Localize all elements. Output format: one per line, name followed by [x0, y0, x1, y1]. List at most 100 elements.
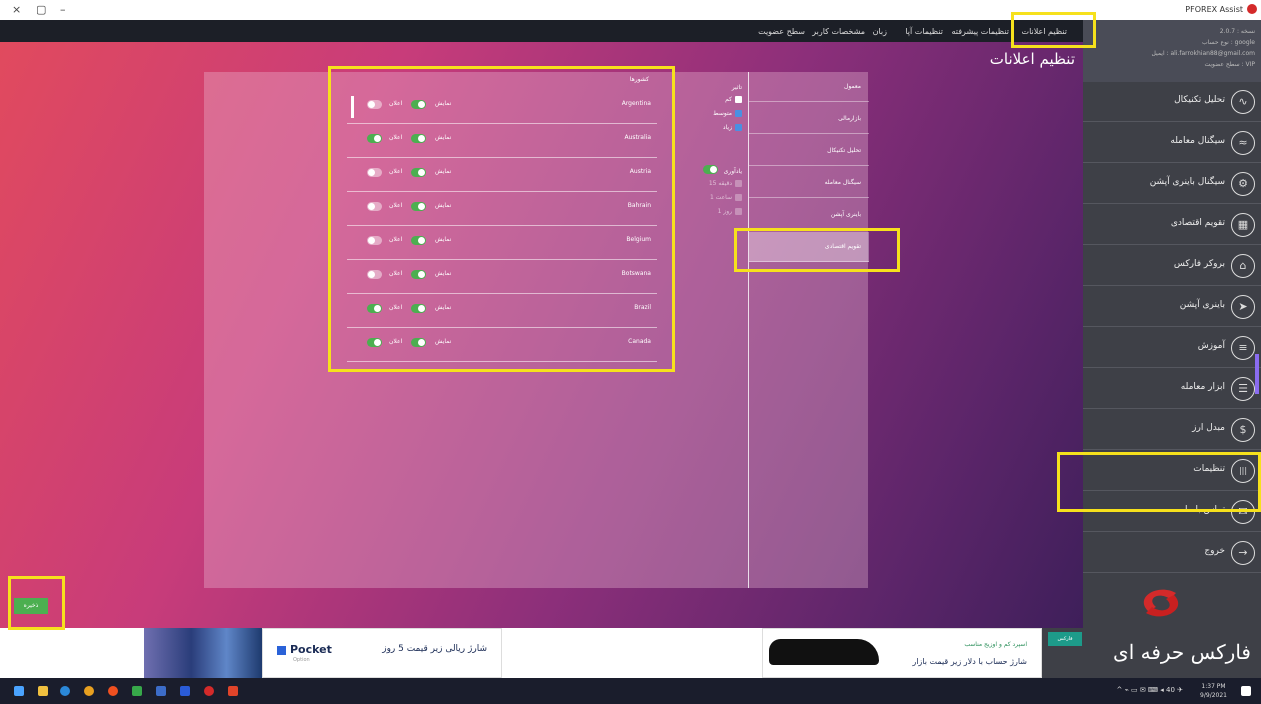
notifications-icon[interactable] — [1241, 686, 1251, 696]
reminder-1day-checkbox[interactable] — [735, 208, 742, 215]
menu-membership-level[interactable]: سطح عضویت — [758, 27, 805, 36]
impact-low-checkbox[interactable] — [735, 96, 742, 103]
reminder-option[interactable]: یادآوری — [702, 164, 742, 175]
pocket-subtitle: Option — [293, 657, 310, 663]
ad-broker-line1: اسپرد کم و اوزیج مناسب — [964, 641, 1027, 648]
firefox-icon[interactable] — [108, 686, 118, 696]
sidebar-item-technical-analysis[interactable]: تحلیل تکنیکال ∿ — [1083, 82, 1261, 122]
impact-low-label: کم — [725, 96, 732, 103]
category-item[interactable]: سیگنال معامله — [749, 168, 869, 198]
category-item[interactable]: تحلیل تکنیکال — [749, 136, 869, 166]
os-taskbar: ^ ⌁ ▭ ✉ ⌨ ◂ 40 ✈ 1:37 PM 9/9/2021 — [0, 678, 1261, 704]
reminder-15min-checkbox[interactable] — [735, 180, 742, 187]
clock[interactable]: 1:37 PM 9/9/2021 — [1200, 682, 1227, 700]
menu-advanced-settings[interactable]: تنظیمات پیشرفته — [952, 27, 1009, 36]
account-info: نسخه : 2.0.7 نوع حساب : google ایمیل : a… — [1083, 20, 1261, 82]
impact-medium-option[interactable]: متوسط — [713, 110, 742, 117]
impact-filter: تاثیر کم متوسط زیاد یادآوری 15 دقیقه 1 س… — [690, 84, 746, 244]
reminder-1hour-checkbox[interactable] — [735, 194, 742, 201]
sidebar-item-binary-signal[interactable]: سیگنال باینری آپشن ⚙ — [1083, 164, 1261, 204]
menu-user-profile[interactable]: مشخصات کاربر — [812, 27, 865, 36]
sidebar-item-forex-broker[interactable]: بروکر فارکس ⌂ — [1083, 246, 1261, 286]
app-version: نسخه : 2.0.7 — [1219, 28, 1255, 35]
impact-medium-checkbox[interactable] — [735, 110, 742, 117]
ad-pocket-option[interactable]: Pocket Option شارژ ریالی زیر قیمت 5 روز — [262, 628, 502, 678]
brand-logo-icon — [1143, 589, 1179, 617]
sidebar-item-label: مبدل ارز — [1192, 423, 1225, 433]
category-item[interactable]: باینری آپشن — [749, 200, 869, 230]
start-icon[interactable] — [14, 686, 24, 696]
edge-icon[interactable] — [60, 686, 70, 696]
clock-time: 1:37 PM — [1201, 683, 1226, 690]
impact-medium-label: متوسط — [713, 110, 732, 117]
car-image — [769, 639, 879, 665]
calendar-icon: ▦ — [1231, 213, 1255, 237]
clock-date: 9/9/2021 — [1200, 692, 1227, 699]
ad-broker[interactable]: اسپرد کم و اوزیج مناسب شارژ حساب با دلار… — [762, 628, 1042, 678]
category-item[interactable]: معمول — [749, 72, 869, 102]
exit-icon: → — [1231, 541, 1255, 565]
app-logo-icon — [1247, 4, 1257, 14]
currency-icon: $ — [1231, 418, 1255, 442]
pocket-brand: Pocket — [277, 643, 332, 656]
page-title: تنظیم اعلانات — [989, 50, 1075, 68]
file-explorer-icon[interactable] — [38, 686, 48, 696]
sidebar-item-exit[interactable]: خروج → — [1083, 533, 1261, 573]
menu-language[interactable]: زبان — [873, 27, 887, 36]
reminder-toggle[interactable] — [702, 165, 718, 174]
sidebar-item-label: باینری آپشن — [1179, 300, 1225, 310]
system-tray[interactable]: ^ ⌁ ▭ ✉ ⌨ ◂ 40 ✈ — [1116, 686, 1183, 694]
membership-level: سطح عضویت : VIP — [1204, 61, 1255, 68]
cursor-icon: ➤ — [1231, 295, 1255, 319]
reminder-1hour[interactable]: 1 ساعت — [710, 194, 742, 201]
highlight-menu-notifications — [1011, 12, 1096, 48]
highlight-economic-calendar — [734, 228, 900, 272]
education-icon: ≡ — [1231, 336, 1255, 360]
sidebar-item-label: آموزش — [1197, 341, 1225, 351]
close-window-button[interactable]: × — [12, 3, 21, 16]
sidebar-item-label: سیگنال معامله — [1170, 136, 1225, 146]
brand-banner[interactable]: فارکس فارکس حرفه ای — [1042, 628, 1261, 678]
impact-high-checkbox[interactable] — [735, 124, 742, 131]
sidebar-item-trade-signal[interactable]: سیگنال معامله ≈ — [1083, 123, 1261, 163]
tools-icon: ☰ — [1231, 377, 1255, 401]
gear-icon: ⚙ — [1231, 172, 1255, 196]
sidebar-item-binary-option[interactable]: باینری آپشن ➤ — [1083, 287, 1261, 327]
sidebar-item-education[interactable]: آموزش ≡ — [1083, 328, 1261, 368]
sidebar-item-label: تقویم اقتصادی — [1170, 218, 1225, 228]
reminder-15min-label: 15 دقیقه — [708, 180, 732, 187]
impact-heading: تاثیر — [731, 84, 742, 91]
app-title: PFOREX Assist — [1185, 5, 1243, 14]
broker-icon: ⌂ — [1231, 254, 1255, 278]
impact-high-option[interactable]: زیاد — [723, 124, 742, 131]
account-email: ایمیل : ali.farrokhian88@gmail.com — [1151, 50, 1255, 57]
reminder-1day[interactable]: 1 روز — [718, 208, 742, 215]
category-item[interactable]: بازارمالی — [749, 104, 869, 134]
chart-line-icon: ∿ — [1231, 90, 1255, 114]
brand-name: فارکس حرفه ای — [1113, 640, 1251, 664]
menu-api-settings[interactable]: تنظیمات آپا — [905, 27, 943, 36]
sidebar-active-indicator — [1255, 354, 1259, 394]
brand-badge: فارکس — [1048, 632, 1082, 646]
sidebar-item-label: سیگنال باینری آپشن — [1149, 177, 1225, 187]
app-green-icon[interactable] — [132, 686, 142, 696]
impact-low-option[interactable]: کم — [725, 96, 742, 103]
sidebar-item-economic-calendar[interactable]: تقویم اقتصادی ▦ — [1083, 205, 1261, 245]
impact-high-label: زیاد — [722, 124, 732, 131]
sidebar-item-label: بروکر فارکس — [1173, 259, 1225, 269]
word-icon[interactable] — [180, 686, 190, 696]
ad-chart-image[interactable] — [144, 628, 262, 678]
account-type: نوع حساب : google — [1202, 39, 1255, 46]
restore-window-button[interactable]: ▢ — [36, 3, 46, 16]
reminder-15min[interactable]: 15 دقیقه — [709, 180, 742, 187]
sidebar-item-currency-converter[interactable]: مبدل ارز $ — [1083, 410, 1261, 450]
app-blue-icon[interactable] — [156, 686, 166, 696]
ad-broker-line2: شارژ حساب با دلار زیر قیمت بازار — [912, 657, 1027, 666]
sidebar: تحلیل تکنیکال ∿ سیگنال معامله ≈ سیگنال بای… — [1083, 82, 1261, 628]
chrome-icon[interactable] — [84, 686, 94, 696]
pforex-icon[interactable] — [204, 686, 214, 696]
highlight-settings — [1057, 452, 1261, 512]
app-red-icon[interactable] — [228, 686, 238, 696]
sidebar-item-trade-tools[interactable]: ابزار معامله ☰ — [1083, 369, 1261, 409]
minimize-window-button[interactable]: – — [60, 3, 66, 16]
